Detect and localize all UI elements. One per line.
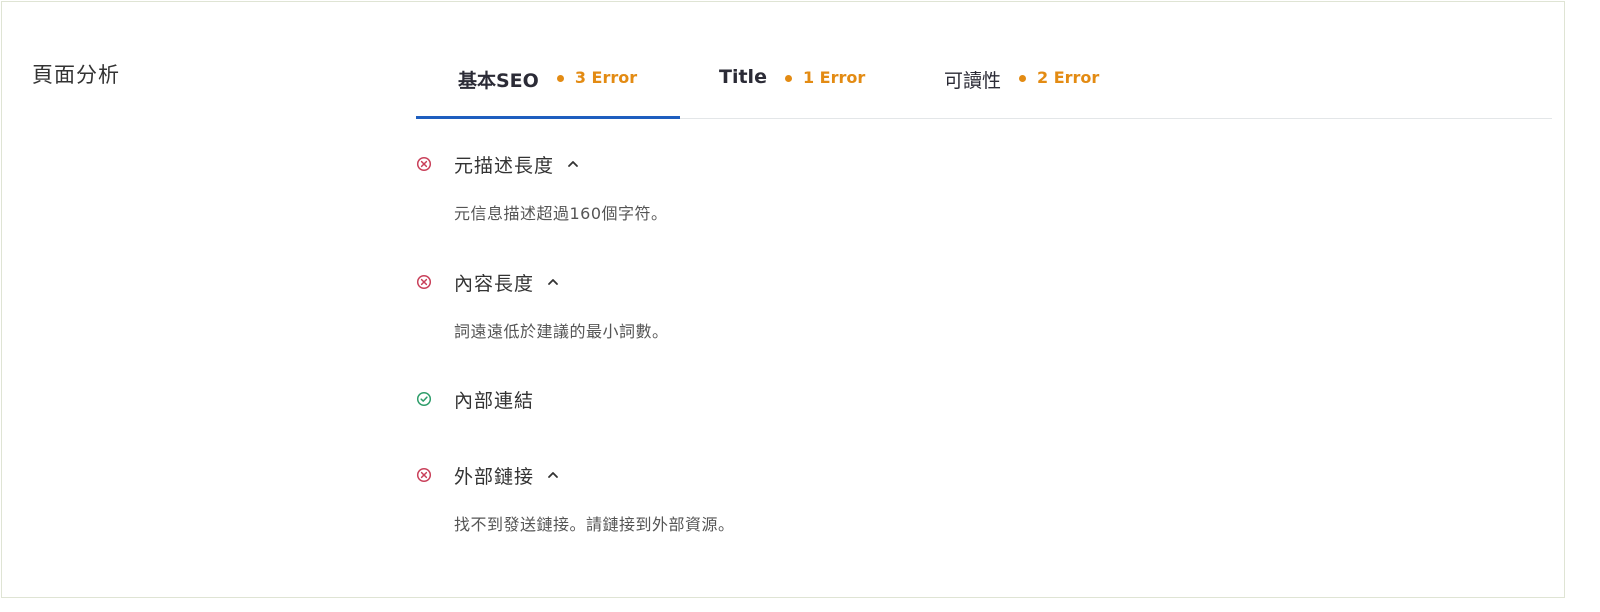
check-item-external-links: 外部鏈接 找不到發送鏈接。請鏈接到外部資源。: [416, 461, 735, 535]
error-circle-icon: [416, 274, 432, 290]
check-item-meta-description-length: 元描述長度 元信息描述超過160個字符。: [416, 150, 668, 224]
tab-error-count: 3 Error: [574, 68, 638, 87]
tab-label: 基本SEO: [458, 70, 539, 92]
page-analysis-panel: 頁面分析 基本SEO 3 Error Title 1 Error 可讀性 2 E…: [1, 1, 1565, 598]
chevron-up-icon[interactable]: [546, 468, 560, 482]
check-circle-icon: [416, 391, 432, 407]
tab-basic-seo[interactable]: 基本SEO 3 Error: [458, 54, 637, 118]
check-title: 內部連結: [454, 389, 535, 412]
analysis-tabs: 基本SEO 3 Error Title 1 Error 可讀性 2 Error: [416, 54, 1552, 119]
section-label: 頁面分析: [32, 63, 120, 87]
tab-title[interactable]: Title 1 Error: [719, 54, 865, 118]
tab-error-count: 1 Error: [802, 68, 866, 87]
tab-readability[interactable]: 可讀性 2 Error: [944, 54, 1099, 118]
tab-label: Title: [719, 66, 767, 88]
check-title: 元描述長度: [454, 154, 555, 177]
active-tab-indicator: [416, 116, 680, 119]
chevron-up-icon[interactable]: [546, 275, 560, 289]
check-description: 詞遠遠低於建議的最小詞數。: [454, 322, 669, 341]
check-item-content-length: 內容長度 詞遠遠低於建議的最小詞數。: [416, 268, 669, 342]
warning-dot-icon: [556, 75, 564, 82]
tab-error-count: 2 Error: [1037, 68, 1100, 87]
tab-label: 可讀性: [944, 70, 1002, 92]
warning-dot-icon: [1019, 75, 1027, 82]
check-title: 內容長度: [454, 272, 535, 295]
chevron-up-icon[interactable]: [566, 157, 580, 171]
check-description: 元信息描述超過160個字符。: [454, 204, 668, 223]
check-description: 找不到發送鏈接。請鏈接到外部資源。: [454, 515, 735, 534]
warning-dot-icon: [784, 75, 792, 82]
check-item-internal-links: 內部連結: [416, 385, 534, 413]
check-title: 外部鏈接: [454, 465, 535, 488]
error-circle-icon: [416, 156, 432, 172]
error-circle-icon: [416, 467, 432, 483]
